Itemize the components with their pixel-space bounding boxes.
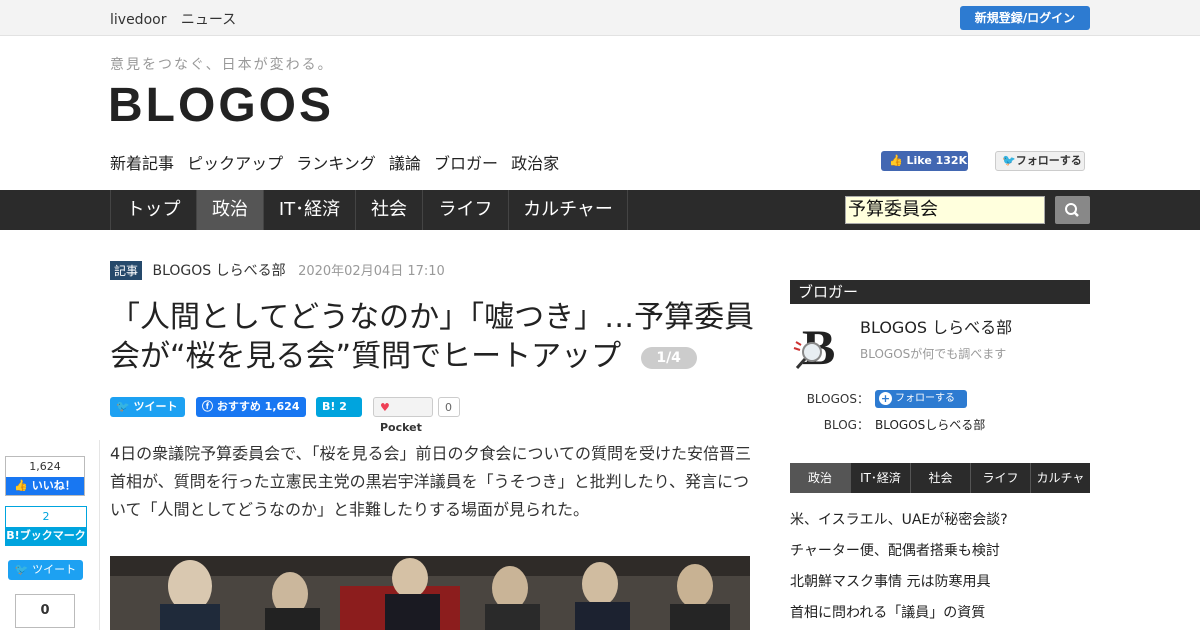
nav-life[interactable]: ライフ <box>422 190 508 230</box>
search-button[interactable] <box>1055 196 1090 224</box>
article-author[interactable]: BLOGOS しらべる部 <box>152 263 285 279</box>
sidebar-heading: ブロガー <box>790 280 1090 304</box>
news-link[interactable]: ニュース <box>181 12 236 28</box>
tab-culture[interactable]: カルチャー <box>1030 463 1090 515</box>
blog-link[interactable]: BLOGOSしらべる部 <box>875 416 985 433</box>
blogger-avatar[interactable]: B <box>792 318 842 375</box>
nav-it-economy[interactable]: IT･経済 <box>263 190 355 230</box>
thumbs-up-icon: 👍 <box>889 154 907 167</box>
article-body: 4日の衆議院予算委員会で、「桜を見る会」前日の夕食会についての質問を受けた安倍晋… <box>110 444 752 519</box>
twitter-bird-icon: 🐦 <box>1002 154 1016 167</box>
twitter-follow-button[interactable]: 🐦フォローする <box>995 151 1085 171</box>
news-item[interactable]: チャーター便、配偶者搭乗も検討 <box>790 540 1000 560</box>
hatena-button[interactable]: B! 2 <box>316 397 362 417</box>
blogos-logo[interactable]: BLOGOS <box>108 78 334 133</box>
float-tweet[interactable]: 🐦 ツイート <box>8 560 83 580</box>
float-hatena[interactable]: 2 B!ブックマーク <box>5 506 87 546</box>
float-pocket-count[interactable]: 0 <box>15 594 75 628</box>
follow-button[interactable]: + フォローする <box>875 390 967 408</box>
blogger-description: BLOGOSが何でも調べます <box>860 347 1007 361</box>
nav-society[interactable]: 社会 <box>355 190 422 230</box>
pocket-icon: ♥ <box>380 401 390 414</box>
livedoor-link[interactable]: livedoor <box>110 12 166 28</box>
news-item[interactable]: 北朝鮮マスク事情 元は防寒用具 <box>790 571 990 591</box>
top-links: livedoor ニュース <box>110 9 246 29</box>
subnav-politician[interactable]: 政治家 <box>511 154 559 173</box>
article-date: 2020年02月04日 17:10 <box>298 264 445 279</box>
tab-it-economy[interactable]: IT･経済 <box>850 463 910 493</box>
nav-top[interactable]: トップ <box>110 190 196 230</box>
login-button[interactable]: 新規登録/ログイン <box>960 6 1090 30</box>
facebook-share-button[interactable]: ⓕ おすすめ 1,624 <box>196 397 306 417</box>
floating-share-bar: 1,624 👍 いいね！ 2 B!ブックマーク 🐦 ツイート 0 <box>0 440 100 630</box>
hatena-icon: B! <box>6 529 20 542</box>
tab-life[interactable]: ライフ <box>970 463 1030 493</box>
news-item[interactable]: 米、イスラエル、UAEが秘密会談? <box>790 509 1008 529</box>
blogos-label: BLOGOS： <box>806 392 869 406</box>
thumbs-up-icon: 👍 <box>14 479 32 492</box>
twitter-bird-icon: 🐦 <box>14 563 29 576</box>
article-photo <box>110 556 750 630</box>
subnav-ranking[interactable]: ランキング <box>296 154 376 173</box>
subnav-blogger[interactable]: ブロガー <box>434 154 498 173</box>
top-bar: livedoor ニュース 新規登録/ログイン <box>0 0 1200 36</box>
photo-parliament <box>110 556 750 630</box>
news-item[interactable]: 首相に問われる「議員」の資質 <box>790 602 985 622</box>
search-icon <box>1065 203 1079 217</box>
subnav-pickup[interactable]: ピックアップ <box>187 154 283 173</box>
subnav-new[interactable]: 新着記事 <box>110 154 174 173</box>
tagline: 意見をつなぐ、日本が変わる。 <box>110 57 334 73</box>
tweet-button[interactable]: 🐦 ツイート <box>110 397 185 417</box>
hatena-icon: B! <box>322 400 336 413</box>
plus-icon: + <box>879 392 892 405</box>
subnav-discussion[interactable]: 議論 <box>389 154 421 173</box>
blog-label: BLOG： <box>823 418 869 432</box>
pocket-count: 0 <box>438 397 460 417</box>
search-input[interactable]: 予算委員会 <box>845 196 1045 224</box>
blogger-name[interactable]: BLOGOS しらべる部 <box>860 314 1012 338</box>
nav-politics[interactable]: 政治 <box>196 190 263 230</box>
facebook-icon: ⓕ <box>202 400 213 413</box>
nav-culture[interactable]: カルチャー <box>508 190 628 230</box>
article-badge: 記事 <box>110 261 143 280</box>
pocket-button[interactable]: ♥ Pocket <box>373 397 433 434</box>
float-fb-like[interactable]: 1,624 👍 いいね！ <box>5 456 85 496</box>
article-title: 「人間としてどうなのか」「嘘つき」…予算委員会が“桜を見る会”質問でヒートアップ… <box>110 300 755 374</box>
sub-nav: 新着記事 ピックアップ ランキング 議論 ブロガー 政治家 <box>110 150 567 174</box>
category-tabs: 政治 IT･経済 社会 ライフ カルチャー <box>790 463 1090 515</box>
twitter-bird-icon: 🐦 <box>116 400 130 413</box>
page-indicator: 1/4 <box>640 346 697 369</box>
article-meta: 記事 BLOGOS しらべる部 2020年02月04日 17:10 <box>110 260 445 280</box>
blogger-logo-icon: B <box>793 319 835 375</box>
facebook-like-button[interactable]: 👍 Like 132K <box>881 151 968 171</box>
tab-politics[interactable]: 政治 <box>790 463 850 493</box>
tab-society[interactable]: 社会 <box>910 463 970 493</box>
